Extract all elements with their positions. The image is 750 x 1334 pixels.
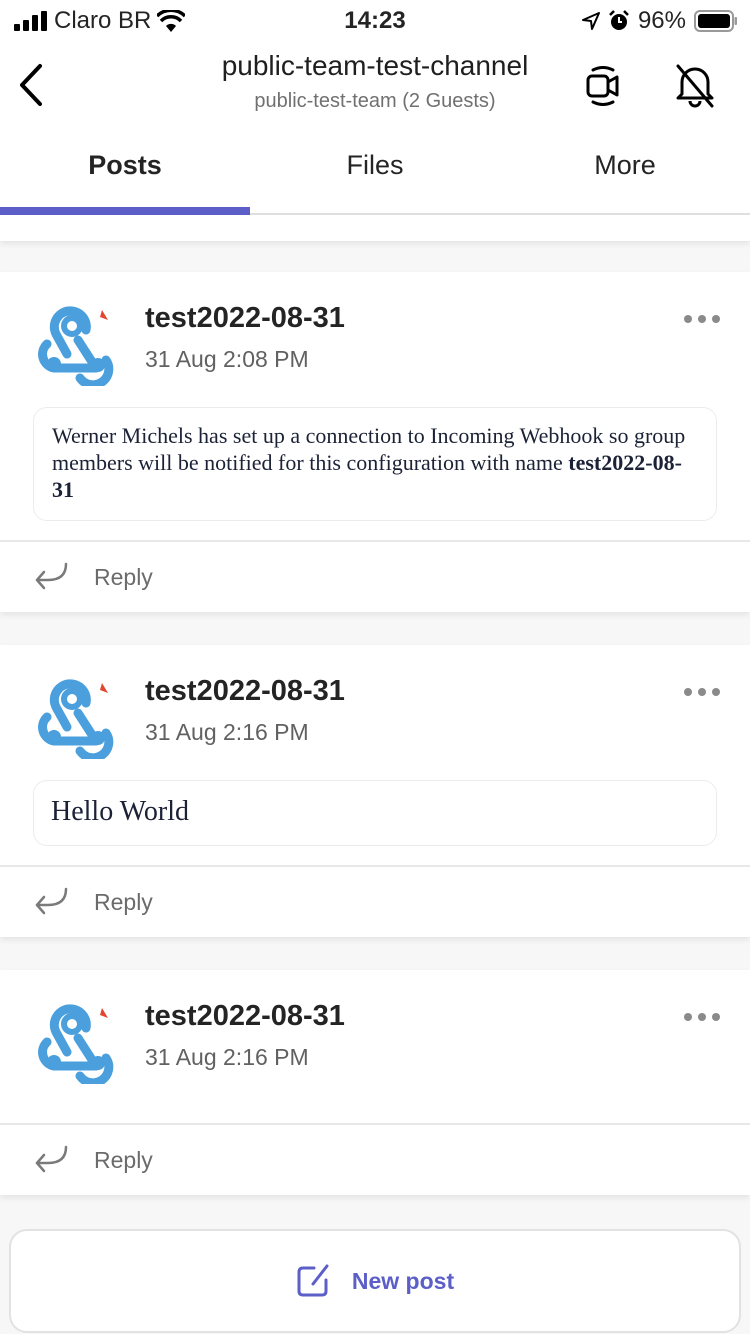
webhook-avatar-icon: [38, 679, 114, 759]
more-options-icon[interactable]: [684, 312, 720, 326]
status-bar: Claro BR 14:23 96%: [0, 0, 750, 40]
reply-label: Reply: [94, 1147, 153, 1173]
webhook-avatar-icon: [38, 1004, 114, 1084]
battery-percent: 96%: [637, 7, 686, 34]
reply-label: Reply: [94, 564, 153, 590]
channel-title[interactable]: public-team-test-channel: [0, 50, 750, 82]
message-bubble: Werner Michels has set up a connection t…: [33, 407, 717, 521]
location-icon: [581, 12, 600, 30]
tab-posts[interactable]: Posts: [0, 130, 250, 215]
reply-icon: [35, 562, 68, 590]
more-options-icon[interactable]: [684, 685, 720, 699]
post-timestamp: 31 Aug 2:16 PM: [145, 1044, 309, 1070]
reply-button[interactable]: Reply: [0, 540, 750, 612]
tab-more[interactable]: More: [500, 130, 750, 213]
post-timestamp: 31 Aug 2:16 PM: [145, 719, 309, 745]
previous-post-fragment: [0, 215, 750, 241]
reply-button[interactable]: Reply: [0, 1123, 750, 1195]
post-author[interactable]: test2022-08-31: [145, 302, 345, 335]
post-card: test2022-08-31 31 Aug 2:16 PM Hello Worl…: [0, 645, 750, 937]
webhook-avatar-icon: [38, 306, 114, 386]
battery-icon: [694, 10, 737, 32]
tab-files[interactable]: Files: [250, 130, 500, 213]
new-post-button[interactable]: New post: [9, 1229, 741, 1333]
notifications-off-icon[interactable]: [672, 62, 718, 108]
post-card: test2022-08-31 31 Aug 2:16 PM Reply: [0, 970, 750, 1195]
video-call-icon[interactable]: [583, 64, 623, 108]
reply-icon: [35, 1145, 68, 1173]
alarm-icon: [609, 10, 629, 30]
channel-subtitle: public-test-team (2 Guests): [254, 90, 496, 112]
reply-label: Reply: [94, 889, 153, 915]
channel-header: public-team-test-channel public-test-tea…: [0, 40, 750, 130]
message-text: Hello World: [51, 796, 189, 827]
new-post-label: New post: [351, 1267, 455, 1294]
post-card: test2022-08-31 31 Aug 2:08 PM Werner Mic…: [0, 272, 750, 612]
reply-button[interactable]: Reply: [0, 865, 750, 937]
message-bubble: Hello World: [33, 780, 717, 846]
post-timestamp: 31 Aug 2:08 PM: [145, 346, 309, 372]
post-author[interactable]: test2022-08-31: [145, 675, 345, 708]
more-options-icon[interactable]: [684, 1010, 720, 1024]
compose-icon: [297, 1264, 329, 1297]
channel-tabs: Posts Files More: [0, 130, 750, 215]
reply-icon: [35, 887, 68, 915]
post-author[interactable]: test2022-08-31: [145, 1000, 345, 1033]
